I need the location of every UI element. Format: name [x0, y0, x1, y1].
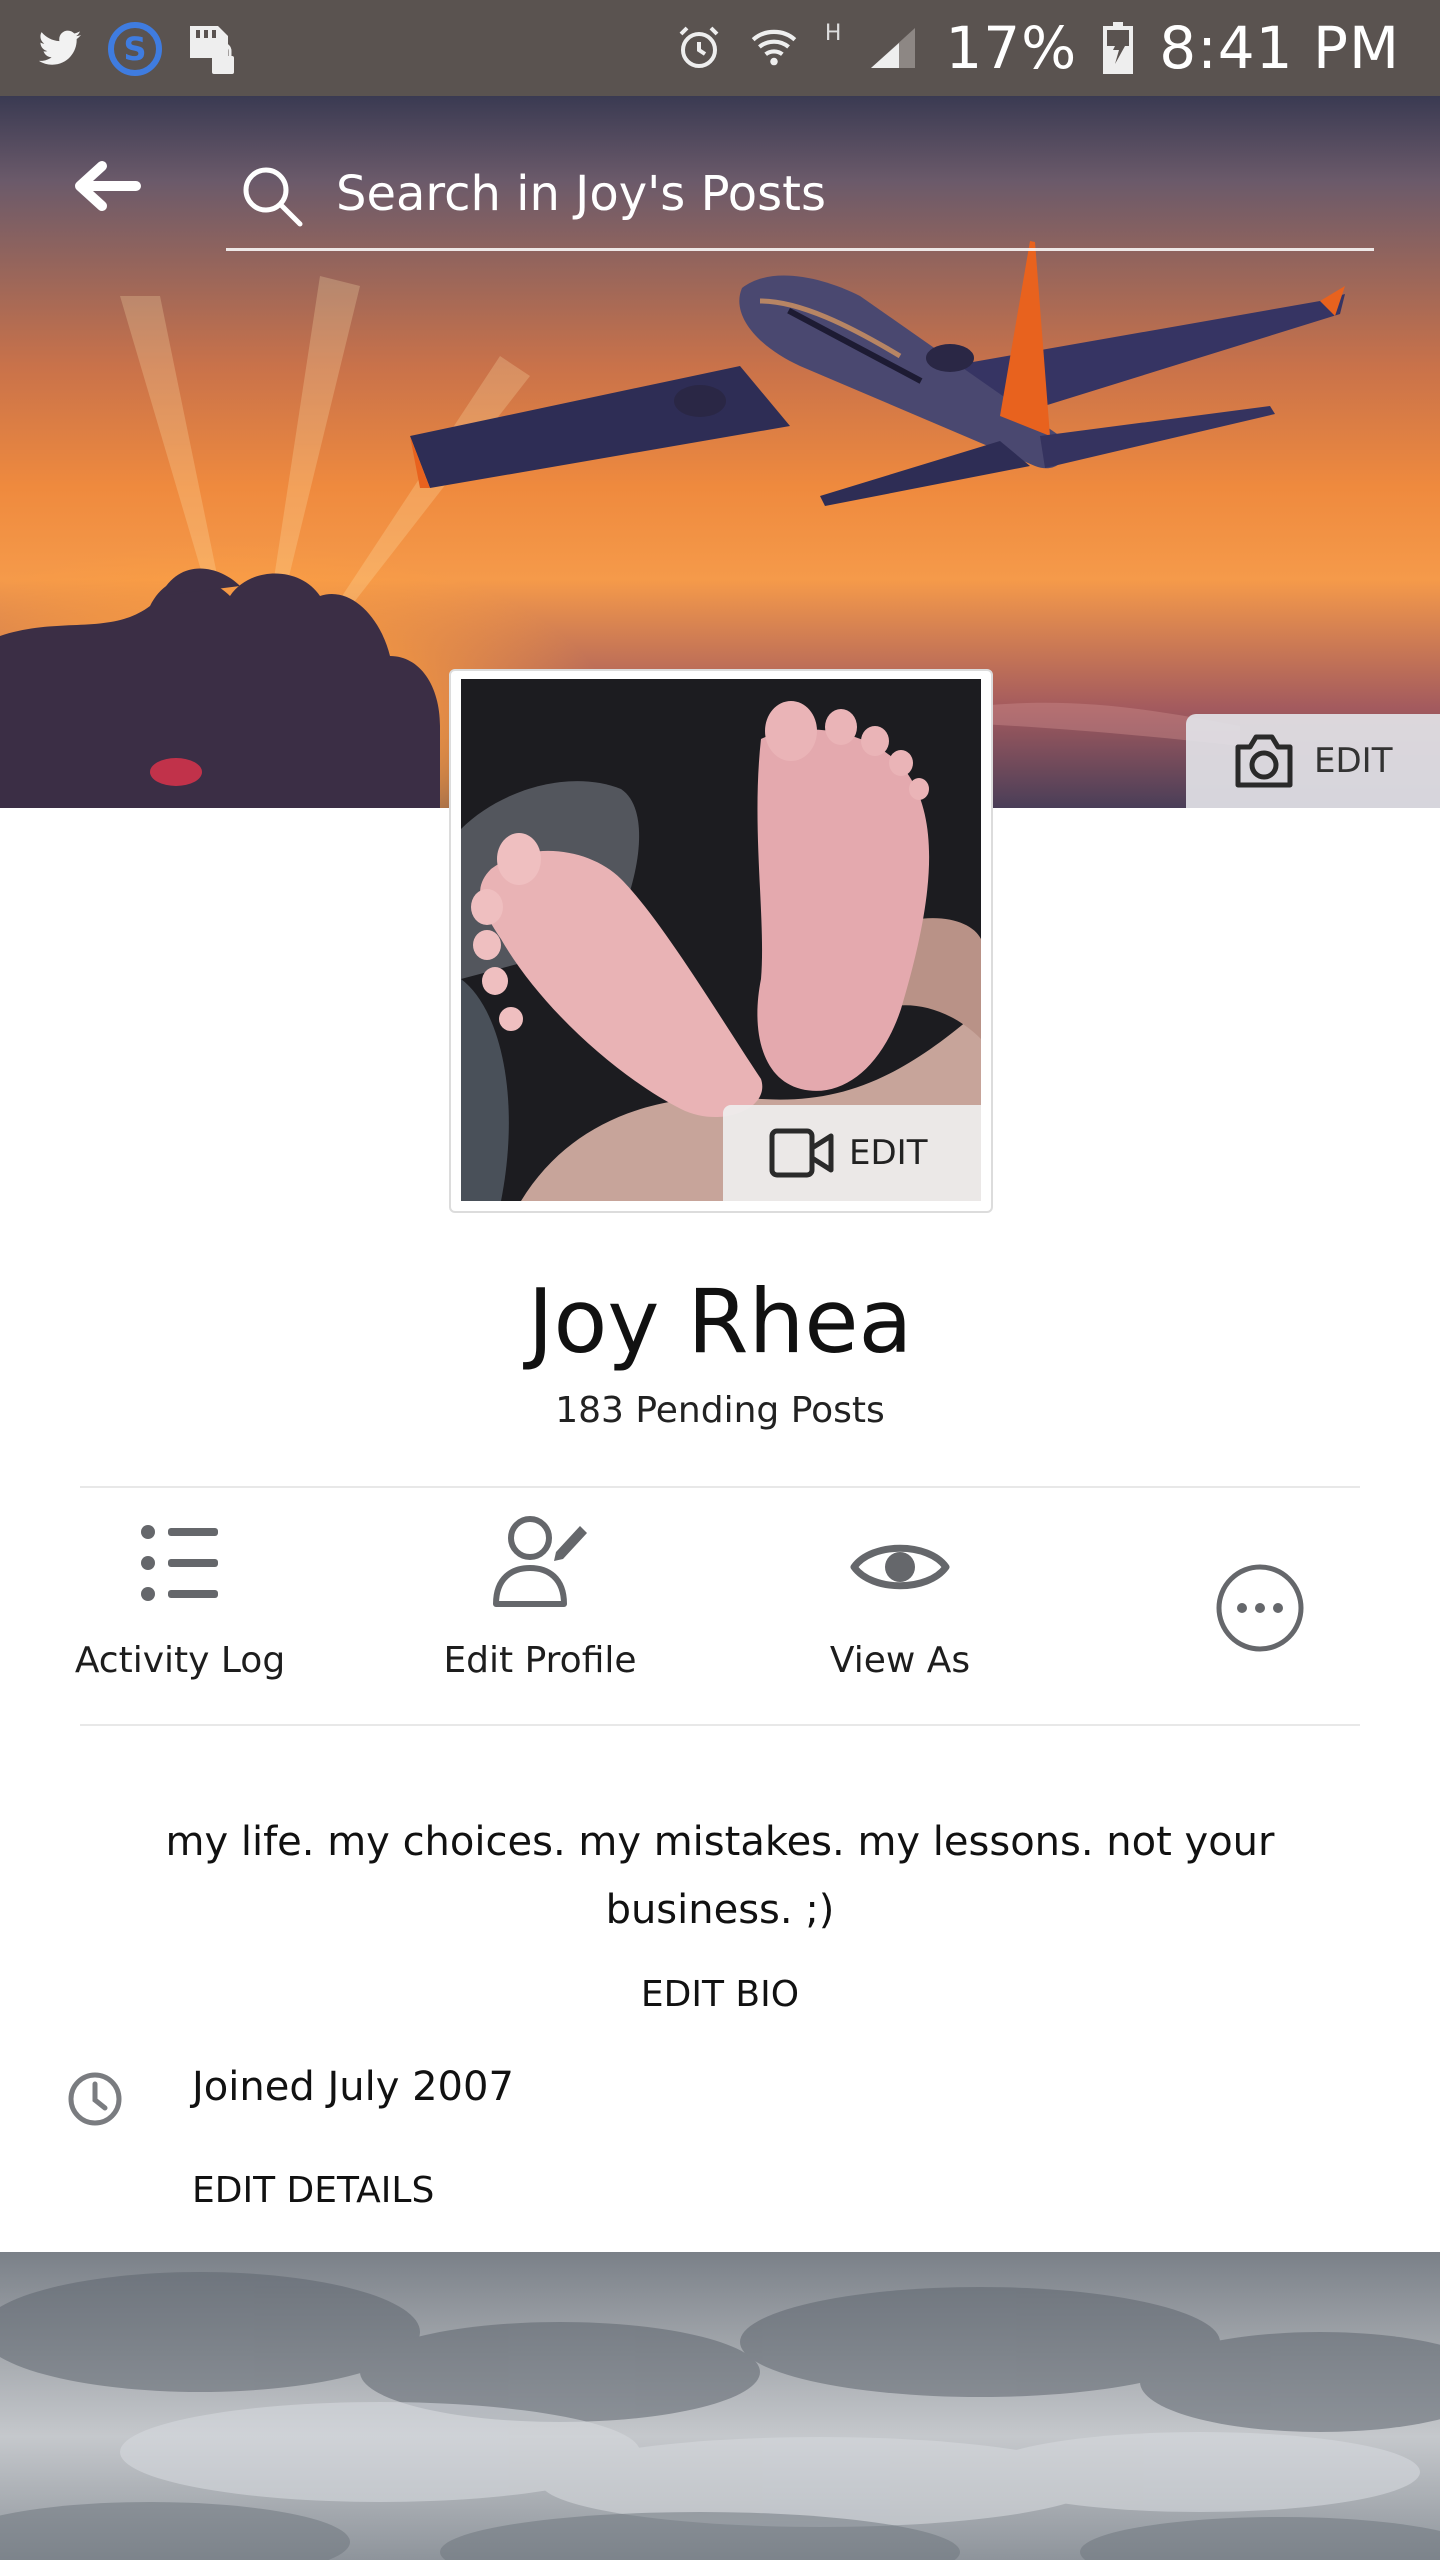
edit-profile-label: Edit Profile — [443, 1640, 637, 1681]
camera-icon — [1235, 734, 1293, 788]
edit-profile-picture-button[interactable]: EDIT — [723, 1105, 981, 1201]
featured-photo[interactable] — [0, 2252, 1440, 2560]
edit-bio-button[interactable]: EDIT BIO — [0, 1974, 1440, 2015]
wifi-icon — [751, 29, 797, 66]
s-app-icon: S — [108, 22, 162, 76]
back-arrow-icon — [75, 161, 141, 211]
bio-text: my life. my choices. my mistakes. my les… — [165, 1819, 1275, 1933]
signal-icon — [871, 28, 916, 68]
activity-log-button[interactable]: Activity Log — [58, 1490, 302, 1726]
cloudy-sky-image — [0, 2272, 1440, 2560]
joined-date: Joined July 2007 — [192, 2064, 514, 2110]
battery-percent: 17% — [945, 14, 1078, 82]
video-camera-icon — [769, 1128, 834, 1178]
sd-card-lock-icon — [190, 26, 234, 74]
divider — [80, 1486, 1360, 1488]
view-as-button[interactable]: View As — [778, 1490, 1022, 1726]
more-options-button[interactable] — [1160, 1490, 1360, 1726]
activity-log-label: Activity Log — [74, 1640, 286, 1681]
search-placeholder: Search in Joy's Posts — [336, 166, 827, 222]
divider — [80, 1724, 1360, 1726]
svg-text:S: S — [123, 30, 146, 68]
edit-cover-button[interactable]: EDIT — [1186, 714, 1440, 808]
alarm-icon — [679, 26, 719, 68]
search-header: Search in Joy's Posts — [0, 96, 1440, 266]
edit-profile-picture-label: EDIT — [849, 1133, 928, 1173]
person-edit-icon — [493, 1516, 587, 1607]
battery-charging-icon — [1103, 22, 1134, 74]
list-icon — [141, 1525, 218, 1601]
view-as-label: View As — [829, 1640, 971, 1681]
more-icon — [1216, 1564, 1304, 1652]
profile-name: Joy Rhea — [527, 1270, 913, 1373]
profile-actions: Activity Log Edit Profile View As — [0, 1490, 1440, 1726]
edit-details-button[interactable]: EDIT DETAILS — [192, 2170, 434, 2211]
network-type: H — [824, 20, 842, 46]
eye-icon — [850, 1544, 950, 1590]
status-bar: S H 17% 8:41 PM — [0, 0, 1440, 96]
clock-icon — [68, 2072, 122, 2126]
profile-picture[interactable]: EDIT — [449, 669, 993, 1213]
edit-profile-button[interactable]: Edit Profile — [418, 1490, 662, 1726]
back-button[interactable] — [70, 158, 150, 218]
edit-cover-label: EDIT — [1314, 741, 1393, 781]
airplane-graphic — [410, 241, 1345, 506]
pending-posts-link[interactable]: 183 Pending Posts — [0, 1390, 1440, 1431]
search-input[interactable]: Search in Joy's Posts — [226, 148, 1374, 251]
twitter-icon — [38, 30, 82, 65]
clock-time: 8:41 PM — [1159, 14, 1400, 82]
search-icon — [243, 167, 303, 227]
